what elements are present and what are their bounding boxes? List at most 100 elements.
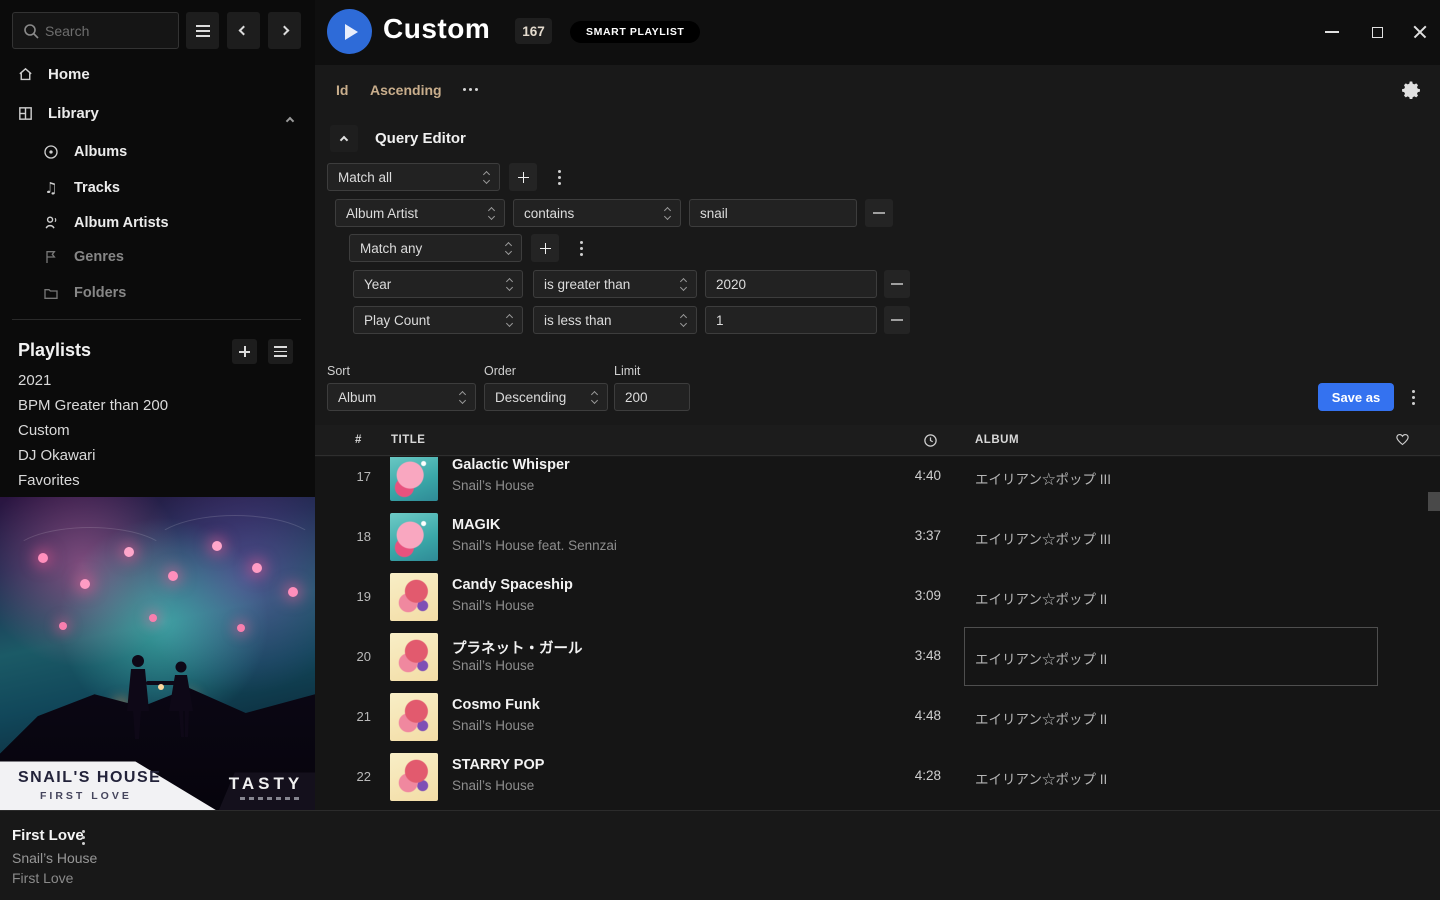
app-window: Home Library Albums ♫ Tracks Album Artis…: [0, 0, 1440, 900]
group1-more-button[interactable]: [545, 163, 573, 191]
sidebar-item-albums[interactable]: Albums: [42, 144, 127, 160]
remove-condition3-button[interactable]: [884, 306, 910, 334]
search-input-wrap: [12, 12, 179, 49]
library-icon: [16, 105, 34, 122]
minimize-button[interactable]: [1323, 23, 1341, 41]
order-select[interactable]: Descending: [484, 383, 608, 411]
select-value: Match all: [338, 170, 392, 185]
column-title[interactable]: TITLE: [391, 434, 425, 446]
track-album: エイリアン☆ポップ II: [975, 648, 1107, 668]
sort-select[interactable]: Album: [327, 383, 476, 411]
list-sort-direction[interactable]: Ascending: [370, 82, 442, 98]
condition2-value-input[interactable]: [706, 271, 876, 297]
hamburger-icon: [196, 25, 210, 37]
kebab-icon: [82, 830, 85, 833]
playlist-item[interactable]: Favorites: [18, 472, 80, 489]
playlist-header: Custom 167 SMART PLAYLIST: [315, 0, 1440, 65]
chevron-left-icon: [239, 26, 249, 36]
sidebar-item-home[interactable]: Home: [16, 66, 90, 83]
remove-condition2-button[interactable]: [884, 270, 910, 298]
album-art-thumbnail: [390, 633, 438, 681]
add-playlist-button[interactable]: [232, 339, 257, 364]
playlist-item[interactable]: 2021: [18, 372, 51, 389]
maximize-button[interactable]: [1368, 23, 1386, 41]
duration-clock-icon[interactable]: [923, 433, 938, 448]
table-row[interactable]: 18 MAGIK Snail’s House feat. Sennzai 3:3…: [315, 507, 1440, 567]
sidebar-item-album-artists[interactable]: Album Artists: [42, 214, 169, 231]
select-stepper-icon: [507, 315, 512, 326]
list-more-button[interactable]: [463, 88, 478, 91]
menu-button[interactable]: [186, 12, 219, 49]
now-playing-menu-button[interactable]: [82, 830, 85, 845]
search-input[interactable]: [45, 13, 173, 48]
remove-condition1-button[interactable]: [865, 199, 893, 227]
lantern-string: [10, 527, 170, 587]
track-duration: 4:48: [871, 708, 941, 723]
track-title: MAGIK: [452, 517, 500, 533]
save-as-button[interactable]: Save as: [1318, 383, 1394, 411]
sidebar-item-library[interactable]: Library: [16, 105, 99, 122]
table-row[interactable]: 20 プラネット・ガール Snail’s House 3:48 エイリアン☆ポッ…: [315, 627, 1440, 687]
limit-input[interactable]: [615, 384, 689, 410]
table-row[interactable]: 21 Cosmo Funk Snail’s House 4:48 エイリアン☆ポ…: [315, 687, 1440, 747]
column-index[interactable]: #: [355, 434, 362, 446]
back-button[interactable]: [227, 12, 260, 49]
condition1-value-input[interactable]: [690, 200, 856, 226]
playlist-item[interactable]: Custom: [18, 422, 70, 439]
column-album[interactable]: ALBUM: [975, 434, 1019, 446]
table-row[interactable]: 19 Candy Spaceship Snail’s House 3:09 エイ…: [315, 567, 1440, 627]
query-editor-collapse-button[interactable]: [330, 125, 358, 152]
condition1-field-select[interactable]: Album Artist: [335, 199, 505, 227]
track-list: 17 Galactic Whisper Snail’s House 4:40 エ…: [315, 457, 1440, 810]
playlist-options-button[interactable]: [268, 339, 293, 364]
track-duration: 4:28: [871, 768, 941, 783]
list-sort-field[interactable]: Id: [336, 82, 348, 98]
condition2-field-select[interactable]: Year: [353, 270, 523, 298]
plus-icon: [239, 346, 250, 357]
track-artist: Snail’s House: [452, 778, 534, 793]
sidebar-item-label: Folders: [74, 285, 126, 301]
select-value: is greater than: [544, 277, 630, 292]
library-collapse-icon[interactable]: [286, 117, 294, 125]
playlist-item[interactable]: DJ Okawari: [18, 447, 96, 464]
condition1-operator-select[interactable]: contains: [513, 199, 681, 227]
sidebar-item-genres[interactable]: Genres: [42, 249, 124, 265]
add-condition-button-group2[interactable]: [531, 234, 559, 262]
sidebar-item-label: Home: [48, 66, 90, 83]
select-stepper-icon: [489, 208, 494, 219]
query-more-button[interactable]: [1402, 383, 1424, 411]
now-playing-artist: Snail’s House: [12, 850, 97, 866]
now-playing-artwork[interactable]: SNAIL'S HOUSE FIRST LOVE TASTY: [0, 497, 315, 810]
limit-input-wrap: [614, 383, 690, 411]
album-art-thumbnail: [390, 457, 438, 501]
track-album: エイリアン☆ポップ II: [975, 588, 1107, 608]
cover-label-subtext: [240, 797, 300, 800]
match-select-group2[interactable]: Match any: [349, 234, 522, 262]
play-playlist-button[interactable]: [327, 9, 372, 54]
select-stepper-icon: [681, 315, 686, 326]
smart-playlist-badge: SMART PLAYLIST: [570, 21, 700, 43]
match-select-group1[interactable]: Match all: [327, 163, 500, 191]
sidebar-item-folders[interactable]: Folders: [42, 285, 126, 301]
condition3-operator-select[interactable]: is less than: [533, 306, 697, 334]
group2-more-button[interactable]: [567, 234, 595, 262]
music-note-icon: ♫: [42, 179, 60, 197]
forward-button[interactable]: [268, 12, 301, 49]
scrollbar-thumb[interactable]: [1428, 492, 1440, 511]
lantern-string: [150, 515, 315, 581]
track-index: 21: [345, 709, 371, 724]
sidebar-item-tracks[interactable]: ♫ Tracks: [42, 179, 120, 197]
playlists-heading: Playlists: [18, 340, 91, 361]
settings-gear-icon[interactable]: [1401, 79, 1421, 99]
favorite-column-heart-icon[interactable]: [1395, 432, 1410, 447]
playlist-item[interactable]: BPM Greater than 200: [18, 397, 168, 414]
condition3-field-select[interactable]: Play Count: [353, 306, 523, 334]
condition3-value-input[interactable]: [706, 307, 876, 333]
album-art-thumbnail: [390, 693, 438, 741]
add-condition-button-group1[interactable]: [509, 163, 537, 191]
table-row[interactable]: 17 Galactic Whisper Snail’s House 4:40 エ…: [315, 457, 1440, 507]
select-value: is less than: [544, 313, 612, 328]
table-row[interactable]: 22 STARRY POP Snail’s House 4:28 エイリアン☆ポ…: [315, 747, 1440, 807]
condition2-operator-select[interactable]: is greater than: [533, 270, 697, 298]
close-button[interactable]: [1411, 23, 1429, 41]
